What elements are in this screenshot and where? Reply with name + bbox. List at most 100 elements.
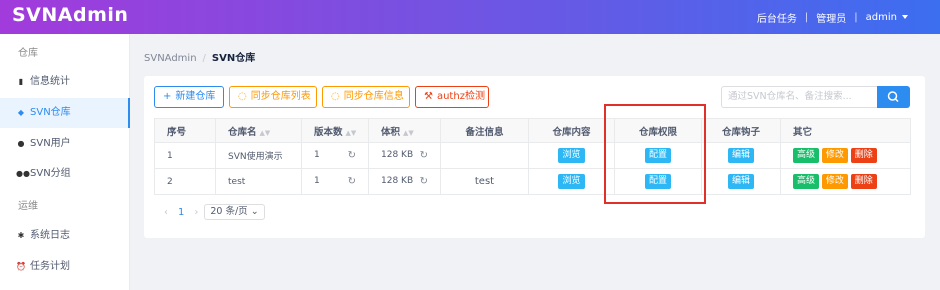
sync-repo-list-label: 同步仓库列表 <box>250 91 311 102</box>
sidebar-item-svn-user[interactable]: ● SVN用户 <box>0 129 130 159</box>
modify-button[interactable]: 修改 <box>821 174 848 189</box>
sidebar-item-label: 信息统计 <box>30 76 70 87</box>
col-revisions[interactable]: 版本数 ▲▼ <box>301 118 369 143</box>
modify-button[interactable]: 修改 <box>821 148 848 163</box>
alarm-icon: ⏰ <box>16 262 26 271</box>
cell-revisions: 1 ↻ <box>301 168 369 195</box>
authz-check-label: authz检测 <box>436 91 485 102</box>
col-repo-name[interactable]: 仓库名 ▲▼ <box>215 118 302 143</box>
col-label: 仓库名 <box>228 126 257 138</box>
sort-icon[interactable]: ▲▼ <box>260 129 271 137</box>
advanced-button[interactable]: 高级 <box>793 148 820 163</box>
cell-size: 128 KB ↻ <box>368 142 441 169</box>
cell-hooks: 编辑 <box>701 168 781 195</box>
refresh-icon[interactable]: ↻ <box>348 176 356 187</box>
cell-repo-name: test <box>215 168 302 195</box>
refresh-icon[interactable]: ↻ <box>348 150 356 161</box>
col-size[interactable]: 体积 ▲▼ <box>368 118 441 143</box>
refresh-icon[interactable]: ↻ <box>420 150 428 161</box>
sidebar-item-svn-group[interactable]: ●●SVN分组 <box>0 159 130 189</box>
top-right-menu: 后台任务 | 管理员 | admin <box>757 10 908 25</box>
annotation-highlight-box <box>604 104 706 204</box>
plus-icon: + <box>163 91 172 102</box>
edit-hooks-button[interactable]: 编辑 <box>727 174 754 189</box>
repo-table: 序号 仓库名 ▲▼ 版本数 ▲▼ 体积 ▲▼ 备注信息 仓库内容 仓库权限 仓库钩子 … <box>154 118 911 195</box>
chevron-down-icon: ⌄ <box>250 206 259 217</box>
browse-button[interactable]: 浏览 <box>558 148 585 163</box>
breadcrumb-separator: / <box>202 53 206 64</box>
col-other: 其它 <box>780 118 911 143</box>
sidebar-item-label: SVN分组 <box>30 168 71 179</box>
col-note: 备注信息 <box>440 118 529 143</box>
stack-icon: ◆ <box>17 108 25 117</box>
bug-icon: ✱ <box>17 231 25 240</box>
repo-size: 128 KB <box>381 176 414 186</box>
user-menu[interactable]: admin <box>866 12 908 23</box>
sync-icon: ◌ <box>331 91 340 102</box>
col-label: 体积 <box>381 126 401 138</box>
page-size-value: 20 条/页 <box>210 206 248 217</box>
sidebar-group-ops: 运维 <box>18 201 38 212</box>
sync-icon: ◌ <box>238 91 247 102</box>
sidebar-item-label: SVN仓库 <box>30 107 71 118</box>
refresh-icon[interactable]: ↻ <box>420 176 428 187</box>
sidebar-group-repo: 仓库 <box>18 48 38 59</box>
divider: | <box>854 12 858 23</box>
app-logo[interactable]: SVNAdmin <box>12 4 128 26</box>
sync-repo-info-button[interactable]: ◌ 同步仓库信息 <box>322 86 410 108</box>
next-page-button[interactable]: › <box>194 207 198 218</box>
repo-card: + 新建仓库 ◌ 同步仓库列表 ◌ 同步仓库信息 ⚒ authz检测 通过SVN仓库名、… <box>144 76 925 238</box>
col-label: 版本数 <box>314 126 343 138</box>
edit-hooks-button[interactable]: 编辑 <box>727 148 754 163</box>
page-size-select[interactable]: 20 条/页 ⌄ <box>204 204 265 220</box>
col-content: 仓库内容 <box>528 118 615 143</box>
hammer-icon: ⚒ <box>424 91 433 102</box>
pagination: ‹ 1 › 20 条/页 ⌄ <box>164 204 265 220</box>
cell-index: 2 <box>154 168 216 195</box>
search-button[interactable] <box>877 86 910 108</box>
cell-note[interactable]: test <box>440 168 529 195</box>
sort-icon[interactable]: ▲▼ <box>346 129 357 137</box>
revision-count: 1 <box>314 150 320 160</box>
cell-note[interactable] <box>440 142 529 169</box>
browse-button[interactable]: 浏览 <box>558 174 585 189</box>
cell-hooks: 编辑 <box>701 142 781 169</box>
breadcrumb: SVNAdmin / SVN仓库 <box>144 49 255 64</box>
sync-repo-info-label: 同步仓库信息 <box>343 91 404 102</box>
breadcrumb-current: SVN仓库 <box>211 53 256 64</box>
authz-check-button[interactable]: ⚒ authz检测 <box>415 86 489 108</box>
sidebar-item-label: 任务计划 <box>30 261 70 272</box>
search-icon <box>887 91 899 103</box>
cell-content: 浏览 <box>528 142 615 169</box>
cell-index: 1 <box>154 142 216 169</box>
sort-icon[interactable]: ▲▼ <box>403 129 414 137</box>
table-row: 2 test 1 ↻ 128 KB ↻ test 浏览 配置 编辑 高级 修改 删除 <box>154 168 911 195</box>
cell-other: 高级 修改 删除 <box>780 168 911 195</box>
revision-count: 1 <box>314 176 320 186</box>
sidebar-item-system-log[interactable]: ✱ 系统日志 <box>0 221 130 251</box>
username: admin <box>865 12 897 23</box>
prev-page-button[interactable]: ‹ <box>164 207 168 218</box>
background-tasks-link[interactable]: 后台任务 <box>757 10 797 25</box>
col-index: 序号 <box>154 118 216 143</box>
sync-repo-list-button[interactable]: ◌ 同步仓库列表 <box>229 86 317 108</box>
advanced-button[interactable]: 高级 <box>793 174 820 189</box>
sidebar-item-cron[interactable]: ⏰ 任务计划 <box>0 252 130 282</box>
search-input[interactable]: 通过SVN仓库名、备注搜索... <box>721 86 877 108</box>
cell-revisions: 1 ↻ <box>301 142 369 169</box>
table-header-row: 序号 仓库名 ▲▼ 版本数 ▲▼ 体积 ▲▼ 备注信息 仓库内容 仓库权限 仓库钩子 … <box>154 118 911 143</box>
delete-button[interactable]: 删除 <box>850 148 877 163</box>
sidebar-item-svn-repo[interactable]: ◆ SVN仓库 <box>0 98 130 128</box>
table-row: 1 SVN使用演示 1 ↻ 128 KB ↻ 浏览 配置 编辑 高级 修改 删除 <box>154 142 911 169</box>
chevron-down-icon <box>902 15 908 19</box>
cell-size: 128 KB ↻ <box>368 168 441 195</box>
page-number[interactable]: 1 <box>178 207 184 218</box>
delete-button[interactable]: 删除 <box>850 174 877 189</box>
cell-repo-name: SVN使用演示 <box>215 142 302 169</box>
cell-content: 浏览 <box>528 168 615 195</box>
breadcrumb-root[interactable]: SVNAdmin <box>144 53 197 64</box>
sidebar-item-stats[interactable]: ▮ 信息统计 <box>0 67 130 97</box>
sidebar-item-label: 系统日志 <box>30 230 70 241</box>
sidebar: 仓库 ▮ 信息统计 ◆ SVN仓库 ● SVN用户 ●●SVN分组 运维 ✱ 系统日志 … <box>0 34 130 290</box>
new-repo-button[interactable]: + 新建仓库 <box>154 86 224 108</box>
